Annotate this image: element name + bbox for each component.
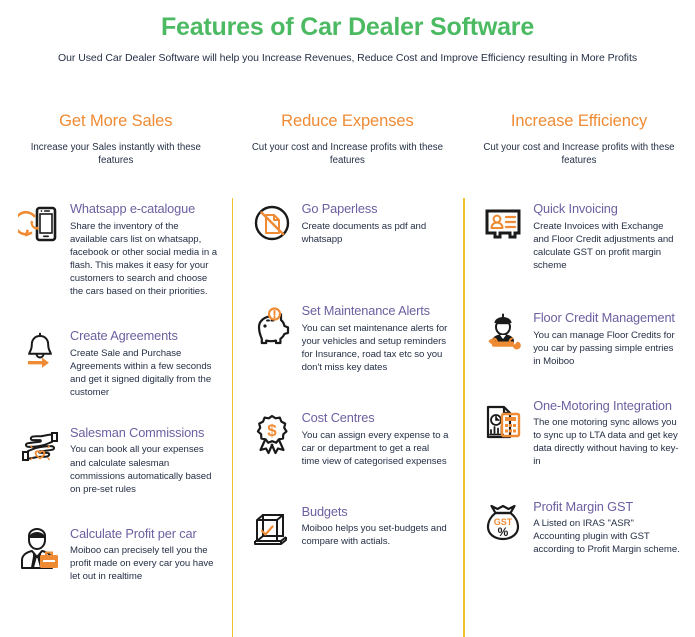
feature-body: Calculate Profit per car Moiboo can prec… xyxy=(66,526,218,584)
column-title: Increase Efficiency xyxy=(510,112,648,130)
column-subtitle: Cut your cost and Increase profits with … xyxy=(251,142,443,167)
feature-body: Create Agreements Create Sale and Purcha… xyxy=(66,328,218,399)
feature-title: Salesman Commissions xyxy=(70,424,205,440)
feature-title: Cost Centres xyxy=(301,409,375,425)
list-item[interactable]: Floor Credit Management You can manage F… xyxy=(477,310,681,368)
feature-title: Profit Margin GST xyxy=(533,498,634,514)
feature-body: Cost Centres You can assign every expens… xyxy=(298,410,450,468)
column-increase-efficiency: Increase Efficiency Cut your cost and In… xyxy=(463,96,695,637)
feature-list: Go Paperless Create documents as pdf and… xyxy=(246,201,450,556)
feature-title: Create Agreements xyxy=(70,328,178,344)
feature-title: Floor Credit Management xyxy=(533,309,675,325)
budget-box-check-icon xyxy=(246,504,298,556)
feature-title: Calculate Profit per car xyxy=(70,525,197,541)
column-title: Reduce Expenses xyxy=(281,112,414,130)
feature-description: You can manage Floor Credits for you car… xyxy=(533,329,675,367)
feature-description: Moiboo can precisely tell you the profit… xyxy=(70,545,214,583)
businessman-briefcase-icon xyxy=(14,526,66,578)
no-paper-icon xyxy=(246,201,298,253)
list-item[interactable]: Calculate Profit per car Moiboo can prec… xyxy=(14,526,218,584)
feature-description: Create Invoices with Exchange and Floor … xyxy=(533,220,674,271)
page-header: Features of Car Dealer Software Our Used… xyxy=(0,0,695,64)
list-item[interactable]: Whatsapp e-catalogue Share the inventory… xyxy=(14,201,218,298)
list-item[interactable]: Salesman Commissions You can book all yo… xyxy=(14,425,218,496)
features-page: Features of Car Dealer Software Our Used… xyxy=(0,0,695,637)
list-item[interactable]: Create Agreements Create Sale and Purcha… xyxy=(14,328,218,399)
feature-body: Set Maintenance Alerts You can set maint… xyxy=(298,303,450,374)
feature-description: Create Sale and Purchase Agreements with… xyxy=(70,347,212,398)
feature-body: Go Paperless Create documents as pdf and… xyxy=(298,201,450,246)
feature-title: Whatsapp e-catalogue xyxy=(70,201,196,217)
list-item[interactable]: GST % Profit Margin GST A Listed on IRAS… xyxy=(477,499,681,557)
svg-text:%: % xyxy=(498,525,509,539)
dollar-rosette-icon: $ xyxy=(246,410,298,462)
feature-body: Profit Margin GST A Listed on IRAS "ASR"… xyxy=(529,499,681,557)
feature-description: Share the inventory of the available car… xyxy=(70,220,218,298)
feature-title: Budgets xyxy=(301,503,348,519)
column-title: Get More Sales xyxy=(59,112,173,130)
feature-description: You can book all your expenses and calcu… xyxy=(70,444,212,495)
feature-description: Create documents as pdf and whatsapp xyxy=(301,220,427,245)
list-item[interactable]: Set Maintenance Alerts You can set maint… xyxy=(246,303,450,374)
feature-body: Floor Credit Management You can manage F… xyxy=(529,310,681,368)
column-get-more-sales: Get More Sales Increase your Sales insta… xyxy=(0,96,232,637)
page-title: Features of Car Dealer Software xyxy=(160,13,535,41)
feature-list: Quick Invoicing Create Invoices with Exc… xyxy=(477,201,681,556)
feature-body: Salesman Commissions You can book all yo… xyxy=(66,425,218,496)
feature-title: Set Maintenance Alerts xyxy=(301,303,430,319)
feature-body: Quick Invoicing Create Invoices with Exc… xyxy=(529,201,681,272)
feature-description: You can assign every expense to a car or… xyxy=(301,429,449,467)
mechanic-wrench-icon xyxy=(477,310,529,362)
feature-columns: Get More Sales Increase your Sales insta… xyxy=(0,96,695,637)
document-calculator-icon xyxy=(477,398,529,450)
page-subtitle: Our Used Car Dealer Software will help y… xyxy=(57,52,638,65)
column-subtitle: Increase your Sales instantly with these… xyxy=(30,142,201,167)
bell-arrow-icon xyxy=(14,328,66,380)
feature-body: Whatsapp e-catalogue Share the inventory… xyxy=(66,201,218,298)
id-card-invoice-icon xyxy=(477,201,529,253)
feature-description: A Listed on IRAS "ASR" Accounting plugin… xyxy=(533,518,680,556)
hands-heart-icon xyxy=(14,425,66,477)
list-item[interactable]: Budgets Moiboo helps you set-budgets and… xyxy=(246,504,450,556)
smartphone-whatsapp-icon xyxy=(14,201,66,253)
money-bag-gst-icon: GST % xyxy=(477,499,529,551)
svg-text:$: $ xyxy=(267,421,277,440)
feature-description: The one motoring sync allows you to sync… xyxy=(533,417,679,468)
feature-description: You can set maintenance alerts for your … xyxy=(301,322,448,373)
list-item[interactable]: Quick Invoicing Create Invoices with Exc… xyxy=(477,201,681,272)
feature-body: One-Motoring Integration The one motorin… xyxy=(529,398,681,469)
column-reduce-expenses: Reduce Expenses Cut your cost and Increa… xyxy=(231,96,464,637)
list-item[interactable]: $ Cost Centres You can assign every expe… xyxy=(246,410,450,468)
list-item[interactable]: Go Paperless Create documents as pdf and… xyxy=(246,201,450,253)
feature-title: Quick Invoicing xyxy=(533,201,618,217)
feature-description: Moiboo helps you set-budgets and compare… xyxy=(301,523,447,548)
list-item[interactable]: One-Motoring Integration The one motorin… xyxy=(477,398,681,469)
feature-body: Budgets Moiboo helps you set-budgets and… xyxy=(298,504,450,549)
feature-title: One-Motoring Integration xyxy=(533,397,672,413)
feature-title: Go Paperless xyxy=(301,201,378,217)
piggy-bank-alert-icon xyxy=(246,303,298,355)
feature-list: Whatsapp e-catalogue Share the inventory… xyxy=(14,201,218,583)
column-subtitle: Cut your cost and Increase profits with … xyxy=(483,142,675,167)
